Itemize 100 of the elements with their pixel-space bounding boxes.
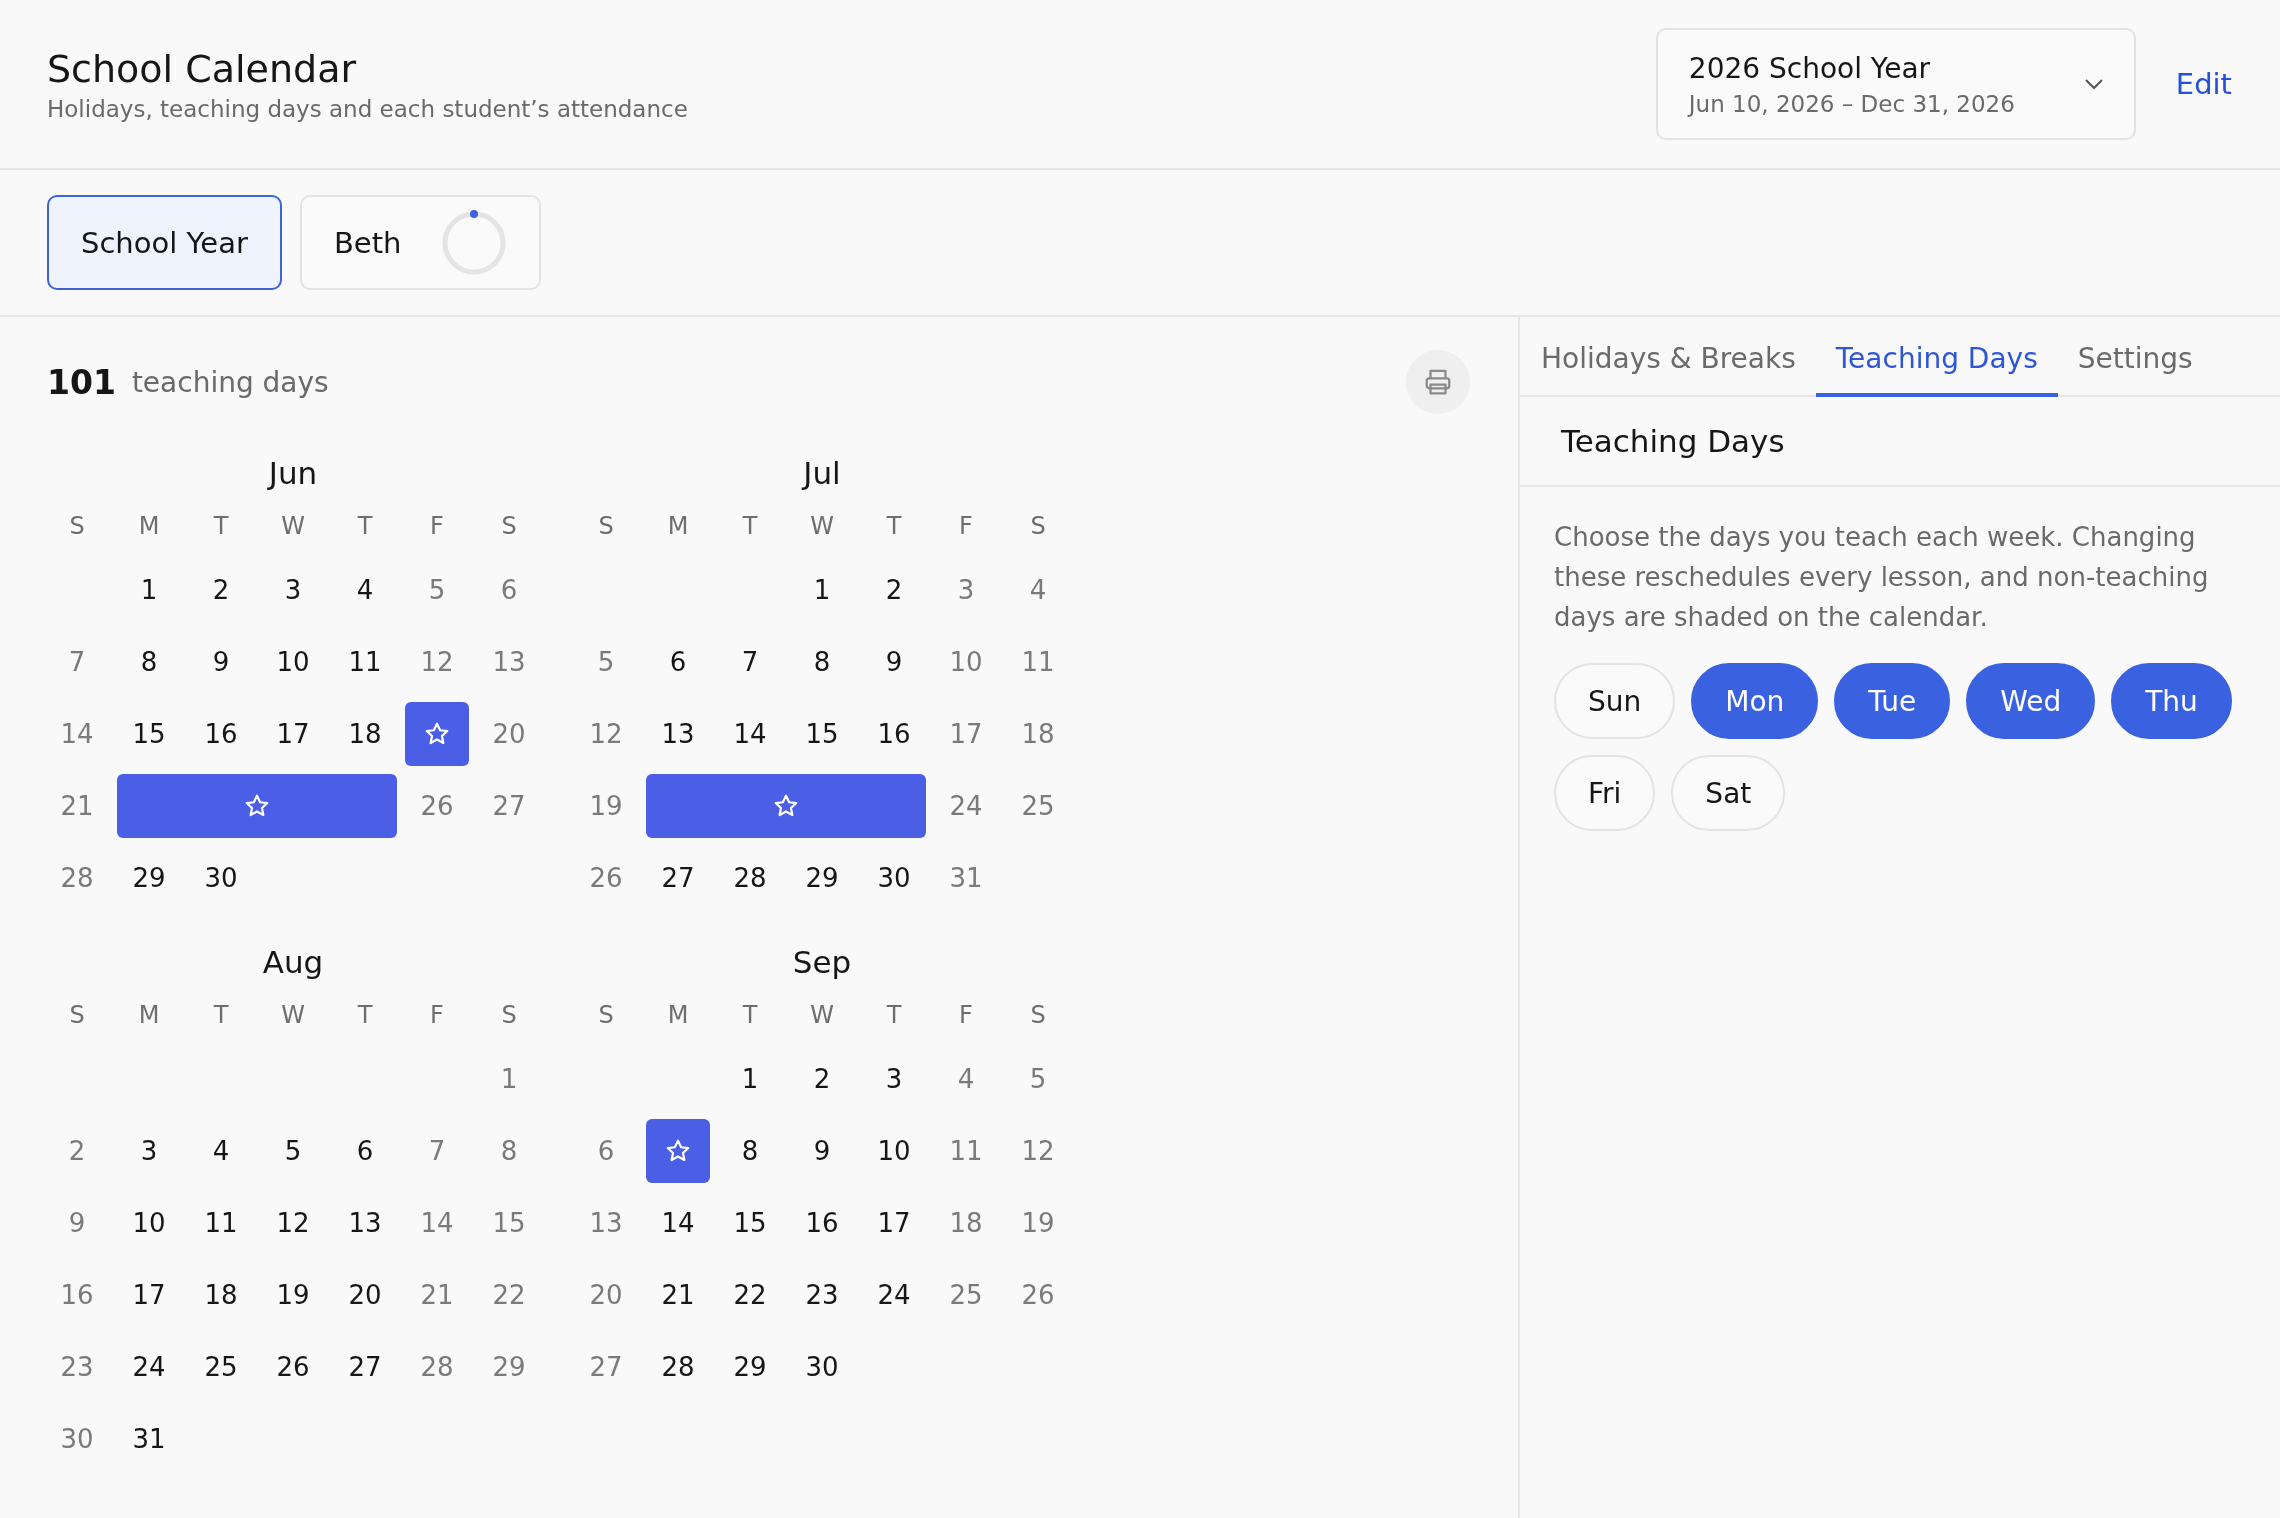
calendar-day[interactable]: 14 — [401, 1187, 473, 1259]
calendar-day[interactable]: 4 — [930, 1043, 1002, 1115]
calendar-day[interactable]: 16 — [185, 698, 257, 770]
calendar-day[interactable]: 16 — [41, 1259, 113, 1331]
calendar-day[interactable]: 15 — [473, 1187, 545, 1259]
calendar-day[interactable]: 14 — [642, 1187, 714, 1259]
calendar-day[interactable]: 12 — [570, 698, 642, 770]
calendar-day[interactable]: 11 — [329, 626, 401, 698]
calendar-day[interactable]: 10 — [113, 1187, 185, 1259]
calendar-day[interactable]: 23 — [786, 1259, 858, 1331]
holiday-marker[interactable] — [646, 1119, 710, 1183]
calendar-day[interactable]: 7 — [401, 1115, 473, 1187]
calendar-day[interactable]: 8 — [786, 626, 858, 698]
calendar-day[interactable]: 19 — [570, 770, 642, 842]
calendar-day[interactable]: 21 — [642, 1259, 714, 1331]
calendar-day[interactable]: 18 — [185, 1259, 257, 1331]
calendar-day[interactable]: 17 — [930, 698, 1002, 770]
calendar-day[interactable]: 16 — [786, 1187, 858, 1259]
calendar-day[interactable]: 11 — [930, 1115, 1002, 1187]
calendar-day[interactable]: 3 — [113, 1115, 185, 1187]
calendar-day[interactable]: 16 — [858, 698, 930, 770]
calendar-day[interactable]: 8 — [113, 626, 185, 698]
calendar-day[interactable]: 30 — [41, 1403, 113, 1475]
calendar-day[interactable]: 4 — [329, 554, 401, 626]
calendar-day[interactable]: 26 — [570, 842, 642, 914]
calendar-day[interactable]: 3 — [930, 554, 1002, 626]
calendar-day[interactable]: 18 — [930, 1187, 1002, 1259]
weekday-toggle[interactable]: Wed — [1966, 663, 2096, 739]
calendar-day[interactable]: 15 — [113, 698, 185, 770]
calendar-day[interactable]: 26 — [1002, 1259, 1074, 1331]
calendar-day[interactable]: 24 — [858, 1259, 930, 1331]
calendar-day[interactable]: 20 — [570, 1259, 642, 1331]
calendar-day[interactable]: 21 — [401, 1259, 473, 1331]
calendar-day[interactable]: 12 — [1002, 1115, 1074, 1187]
calendar-day[interactable]: 14 — [41, 698, 113, 770]
calendar-day[interactable]: 23 — [41, 1331, 113, 1403]
calendar-day[interactable]: 28 — [41, 842, 113, 914]
calendar-day[interactable]: 26 — [257, 1331, 329, 1403]
calendar-day[interactable]: 2 — [41, 1115, 113, 1187]
holiday-marker[interactable] — [117, 774, 397, 838]
calendar-day[interactable]: 13 — [570, 1187, 642, 1259]
calendar-day[interactable]: 5 — [1002, 1043, 1074, 1115]
calendar-day[interactable]: 26 — [401, 770, 473, 842]
calendar-day[interactable]: 8 — [473, 1115, 545, 1187]
calendar-day[interactable]: 1 — [786, 554, 858, 626]
calendar-day[interactable]: 29 — [786, 842, 858, 914]
calendar-day[interactable]: 2 — [786, 1043, 858, 1115]
calendar-day[interactable]: 9 — [858, 626, 930, 698]
calendar-day[interactable]: 5 — [401, 554, 473, 626]
calendar-day[interactable]: 31 — [113, 1403, 185, 1475]
weekday-toggle[interactable]: Sat — [1671, 755, 1786, 831]
panel-tab[interactable]: Settings — [2057, 317, 2213, 397]
calendar-day[interactable]: 5 — [570, 626, 642, 698]
view-tab[interactable]: School Year — [47, 195, 282, 290]
holiday-marker[interactable] — [405, 702, 469, 766]
calendar-day[interactable]: 1 — [473, 1043, 545, 1115]
calendar-day[interactable]: 1 — [714, 1043, 786, 1115]
calendar-day[interactable]: 22 — [714, 1259, 786, 1331]
calendar-day[interactable]: 1 — [113, 554, 185, 626]
calendar-day[interactable]: 17 — [113, 1259, 185, 1331]
calendar-day[interactable]: 9 — [185, 626, 257, 698]
calendar-day[interactable]: 7 — [41, 626, 113, 698]
calendar-day[interactable]: 12 — [257, 1187, 329, 1259]
calendar-day[interactable]: 25 — [930, 1259, 1002, 1331]
weekday-toggle[interactable]: Tue — [1834, 663, 1951, 739]
holiday-marker[interactable] — [646, 774, 926, 838]
calendar-day[interactable]: 15 — [786, 698, 858, 770]
weekday-toggle[interactable]: Fri — [1554, 755, 1656, 831]
calendar-day[interactable]: 13 — [473, 626, 545, 698]
panel-tab[interactable]: Teaching Days — [1815, 317, 2058, 397]
calendar-day[interactable]: 2 — [185, 554, 257, 626]
calendar-day[interactable]: 25 — [1002, 770, 1074, 842]
calendar-day[interactable]: 9 — [41, 1187, 113, 1259]
calendar-day[interactable]: 8 — [714, 1115, 786, 1187]
calendar-day[interactable]: 19 — [257, 1259, 329, 1331]
calendar-day[interactable]: 2 — [858, 554, 930, 626]
calendar-day[interactable]: 30 — [858, 842, 930, 914]
calendar-day[interactable]: 15 — [714, 1187, 786, 1259]
calendar-day[interactable]: 12 — [401, 626, 473, 698]
calendar-day[interactable]: 31 — [930, 842, 1002, 914]
calendar-day[interactable]: 27 — [642, 842, 714, 914]
calendar-day[interactable]: 13 — [329, 1187, 401, 1259]
calendar-day[interactable]: 28 — [401, 1331, 473, 1403]
calendar-day[interactable]: 14 — [714, 698, 786, 770]
calendar-day[interactable]: 22 — [473, 1259, 545, 1331]
calendar-day[interactable]: 4 — [185, 1115, 257, 1187]
calendar-day[interactable]: 5 — [257, 1115, 329, 1187]
panel-tab[interactable]: Holidays & Breaks — [1521, 317, 1816, 397]
weekday-toggle[interactable]: Thu — [2111, 663, 2232, 739]
calendar-day[interactable]: 29 — [473, 1331, 545, 1403]
calendar-day[interactable]: 18 — [1002, 698, 1074, 770]
calendar-day[interactable]: 29 — [714, 1331, 786, 1403]
calendar-day[interactable]: 6 — [570, 1115, 642, 1187]
weekday-toggle[interactable]: Sun — [1554, 663, 1676, 739]
calendar-day[interactable]: 6 — [329, 1115, 401, 1187]
calendar-day[interactable]: 28 — [642, 1331, 714, 1403]
calendar-day[interactable]: 21 — [41, 770, 113, 842]
calendar-day[interactable]: 9 — [786, 1115, 858, 1187]
calendar-day[interactable]: 17 — [858, 1187, 930, 1259]
calendar-day[interactable]: 20 — [329, 1259, 401, 1331]
